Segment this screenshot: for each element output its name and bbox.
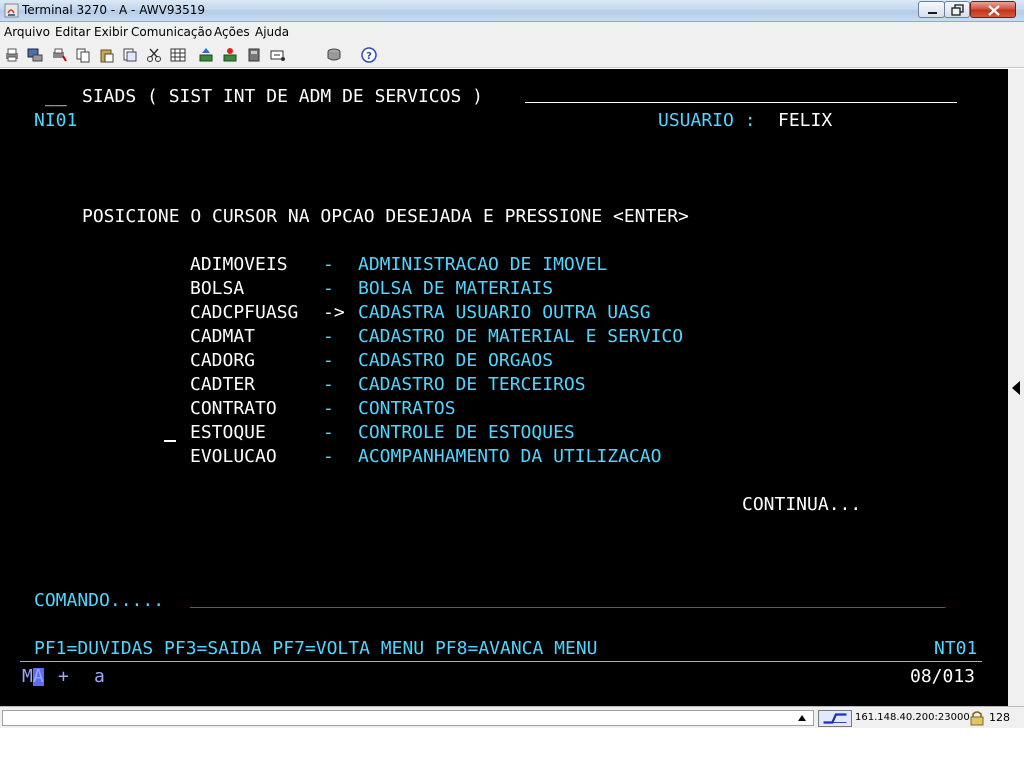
screen-id: NI01	[34, 110, 78, 131]
option-code[interactable]: CONTRATO	[190, 400, 277, 418]
option-description: CADASTRO DE ORGAOS	[358, 350, 554, 371]
option-separator: -	[323, 446, 334, 467]
print-screen-icon[interactable]	[27, 47, 43, 63]
transfer-icon[interactable]	[246, 47, 262, 63]
restore-button[interactable]	[944, 1, 970, 18]
option-code[interactable]: CADORG	[190, 352, 255, 370]
function-keys: PF1=DUVIDAS PF3=SAIDA PF7=VOLTA MENU PF8…	[34, 638, 598, 659]
system-title: SIADS ( SIST INT DE ADM DE SERVICOS )	[82, 86, 483, 107]
lock-icon	[970, 711, 984, 726]
minimize-icon	[928, 12, 937, 14]
option-separator: -	[323, 326, 334, 347]
cut-icon[interactable]	[146, 47, 162, 63]
close-icon	[988, 5, 1000, 16]
menu-acoes[interactable]: Ações	[214, 25, 250, 39]
macro-icon[interactable]	[270, 47, 286, 63]
host-address: 161.148.40.200:23000	[855, 712, 970, 723]
restore-icon	[951, 4, 964, 16]
menu-arquivo[interactable]: Arquivo	[4, 25, 50, 39]
oia-mode-left: M	[22, 666, 33, 687]
menu-bar: Arquivo Editar Exibir Comunicação Ações …	[0, 22, 1024, 42]
send-file-icon[interactable]	[198, 47, 214, 63]
user-label: USUARIO :	[658, 110, 756, 131]
selection-cursor	[164, 440, 176, 442]
option-description: CONTRATOS	[358, 398, 456, 419]
terminal-screen[interactable]: __ SIADS ( SIST INT DE ADM DE SERVICOS )…	[0, 69, 1008, 706]
connection-icon	[818, 710, 852, 727]
command-field-underline	[190, 607, 945, 608]
side-panel-toggle[interactable]	[1008, 69, 1024, 706]
option-code[interactable]: CADCPFUASG	[190, 304, 298, 322]
svg-text:?: ?	[366, 51, 372, 62]
status-up-arrow-icon[interactable]	[798, 715, 806, 721]
status-message-field	[2, 710, 814, 726]
option-description: CADASTRO DE MATERIAL E SERVICO	[358, 326, 684, 347]
instruction-text: POSICIONE O CURSOR NA OPCAO DESEJADA E P…	[82, 206, 689, 227]
user-name: FELIX	[778, 110, 833, 131]
header-prefix: __	[45, 86, 67, 107]
keypad-icon[interactable]	[170, 47, 186, 63]
oia-mode-cursor: A	[32, 666, 44, 687]
cursor-position: 08/013	[910, 666, 976, 687]
java-app-icon	[4, 3, 19, 18]
menu-ajuda[interactable]: Ajuda	[255, 25, 289, 39]
option-code[interactable]: BOLSA	[190, 280, 244, 298]
option-description: CADASTRO DE TERCEIROS	[358, 374, 586, 395]
option-code[interactable]: EVOLUCAO	[190, 448, 277, 466]
command-label: COMANDO.....	[34, 590, 165, 611]
chevron-left-icon	[1012, 381, 1020, 395]
archive-icon[interactable]	[326, 47, 342, 63]
option-code[interactable]: CADTER	[190, 376, 255, 394]
option-description: ACOMPANHAMENTO DA UTILIZACAO	[358, 446, 662, 467]
continua-label: CONTINUA...	[742, 494, 862, 515]
option-separator: -	[323, 398, 334, 419]
paste-icon[interactable]	[99, 47, 115, 63]
option-separator: -	[323, 350, 334, 371]
option-code[interactable]: CADMAT	[190, 328, 255, 346]
title-bar: Terminal 3270 - A - AWV93519	[0, 0, 1024, 22]
option-code[interactable]: ADIMOVEIS	[190, 256, 288, 274]
option-description: CADASTRA USUARIO OUTRA UASG	[358, 302, 651, 323]
oia-divider	[20, 661, 982, 662]
option-description: ADMINISTRACAO DE IMOVEL	[358, 254, 608, 275]
copy-append-icon[interactable]	[122, 47, 138, 63]
option-description: BOLSA DE MATERIAIS	[358, 278, 554, 299]
status-bar: 161.148.40.200:23000 128	[0, 706, 1024, 728]
help-icon[interactable]: ?	[361, 47, 377, 63]
menu-editar[interactable]: Editar	[55, 25, 91, 39]
option-separator: ->	[323, 302, 345, 323]
ssl-bits: 128	[989, 711, 1010, 724]
print-icon[interactable]	[4, 47, 20, 63]
oia-indicator: a	[94, 666, 105, 687]
copy-icon[interactable]	[75, 47, 91, 63]
receive-file-icon[interactable]	[222, 47, 238, 63]
option-separator: -	[323, 422, 334, 443]
screen-code: NT01	[934, 638, 978, 659]
option-separator: -	[323, 278, 334, 299]
blank-area	[0, 728, 1024, 768]
header-rule	[525, 102, 957, 103]
print-setup-icon[interactable]	[51, 47, 67, 63]
menu-comunicacao[interactable]: Comunicação	[131, 25, 212, 39]
oia-mode: MA	[22, 668, 44, 686]
oia-plus: +	[58, 666, 69, 687]
toolbar: ?	[0, 42, 1024, 68]
option-code[interactable]: ESTOQUE	[190, 424, 266, 442]
option-separator: -	[323, 374, 334, 395]
minimize-button[interactable]	[918, 1, 945, 18]
window-title: Terminal 3270 - A - AWV93519	[22, 3, 205, 17]
option-description: CONTROLE DE ESTOQUES	[358, 422, 575, 443]
option-separator: -	[323, 254, 334, 275]
menu-exibir[interactable]: Exibir	[94, 25, 128, 39]
close-button[interactable]	[970, 1, 1016, 18]
